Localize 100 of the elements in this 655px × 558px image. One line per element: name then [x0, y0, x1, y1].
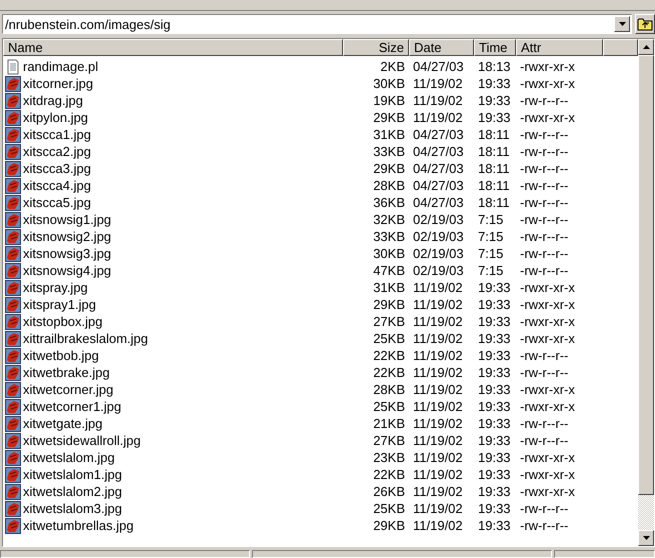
file-name-cell[interactable]: xitwetslalom3.jpg — [3, 500, 343, 516]
time-cell-text: 19:33 — [477, 501, 512, 516]
date-cell-text: 04/27/03 — [412, 178, 465, 193]
column-header[interactable] — [603, 39, 638, 56]
attr-cell-text: -rw-r--r-- — [519, 246, 570, 261]
size-cell-text: 19KB — [372, 93, 406, 108]
column-header[interactable]: Date — [409, 39, 474, 56]
image-file-icon — [5, 296, 21, 312]
file-name-cell[interactable]: xitsnowsig2.jpg — [3, 228, 343, 244]
column-header[interactable]: Time — [474, 39, 516, 56]
time-cell-text: 18:11 — [477, 144, 511, 159]
file-name-cell[interactable]: xitsnowsig1.jpg — [3, 212, 343, 228]
size-cell-text: 33KB — [372, 229, 406, 244]
attr-cell-text: -rwxr-xr-x — [519, 297, 576, 312]
file-name-cell[interactable]: xitstopbox.jpg — [3, 314, 343, 330]
file-name-cell[interactable]: xittrailbrakeslalom.jpg — [3, 330, 343, 346]
date-cell-text: 11/19/02 — [412, 348, 464, 363]
size-cell-text: 29KB — [372, 518, 406, 533]
size-cell-text: 31KB — [372, 127, 406, 142]
attr-cell-text: -rwxr-xr-x — [519, 450, 576, 465]
file-name-cell[interactable]: xitcorner.jpg — [3, 76, 343, 92]
date-cell-text: 04/27/03 — [412, 144, 465, 159]
image-file-icon — [5, 280, 21, 296]
size-cell-text: 47KB — [372, 263, 406, 278]
date-cell-text: 02/19/03 — [412, 246, 465, 261]
column-header[interactable]: Size — [343, 39, 409, 56]
path-field[interactable]: /nrubenstein.com/images/sig — [2, 14, 632, 34]
size-cell-text: 25KB — [372, 331, 406, 346]
date-cell-text: 11/19/02 — [412, 450, 464, 465]
time-cell-text: 19:33 — [477, 93, 512, 108]
size-cell-text: 36KB — [372, 195, 406, 210]
file-name-cell[interactable]: xitsnowsig3.jpg — [3, 246, 343, 262]
size-cell-text: 22KB — [372, 348, 406, 363]
attr-cell-text: -rwxr-xr-x — [519, 110, 576, 125]
date-cell-text: 11/19/02 — [412, 416, 464, 431]
file-name-cell[interactable]: xitscca5.jpg — [3, 194, 343, 210]
date-cell-text: 11/19/02 — [412, 314, 464, 329]
image-file-icon — [5, 314, 21, 330]
date-cell-text: 04/27/03 — [412, 127, 465, 142]
attr-cell-text: -rwxr-xr-x — [519, 314, 576, 329]
attr-cell-text: -rwxr-xr-x — [519, 76, 576, 91]
down-arrow-icon — [618, 22, 626, 26]
file-name-cell[interactable]: xitsnowsig4.jpg — [3, 262, 343, 278]
time-cell-text: 19:33 — [477, 280, 512, 295]
attr-cell-text: -rw-r--r-- — [519, 348, 570, 363]
file-name-cell[interactable]: xitwetgate.jpg — [3, 416, 343, 432]
time-cell-text: 19:33 — [477, 416, 512, 431]
file-name-cell[interactable]: xitscca2.jpg — [3, 144, 343, 160]
file-name-cell[interactable]: xitwetsidewallroll.jpg — [3, 432, 343, 448]
image-file-icon — [5, 212, 21, 228]
scroll-up-button[interactable] — [638, 39, 654, 55]
size-cell-text: 33KB — [372, 144, 406, 159]
image-file-icon — [5, 194, 21, 210]
file-name-cell[interactable]: xitwetumbrellas.jpg — [3, 518, 343, 534]
date-cell-text: 11/19/02 — [412, 297, 464, 312]
file-name-cell[interactable]: xitspray.jpg — [3, 280, 343, 296]
scroll-down-button[interactable] — [638, 530, 654, 546]
time-cell-text: 19:33 — [477, 433, 512, 448]
attr-cell-text: -rw-r--r-- — [519, 518, 570, 533]
size-cell-text: 29KB — [372, 110, 406, 125]
time-cell-text: 19:33 — [477, 365, 512, 380]
time-cell-text: 7:15 — [477, 246, 504, 261]
file-name-cell[interactable]: xitwetslalom1.jpg — [3, 466, 343, 482]
file-name-cell[interactable]: xitscca4.jpg — [3, 178, 343, 194]
size-cell-text: 29KB — [372, 297, 406, 312]
file-name-cell[interactable]: xitwetbob.jpg — [3, 348, 343, 364]
file-name-cell[interactable]: xitscca3.jpg — [3, 160, 343, 176]
file-name-cell[interactable]: xitwetbrake.jpg — [3, 364, 343, 380]
attr-cell-text: -rwxr-xr-x — [519, 280, 576, 295]
file-name-cell[interactable]: xitwetcorner.jpg — [3, 382, 343, 398]
attr-cell-text: -rw-r--r-- — [519, 93, 570, 108]
image-file-icon — [5, 382, 21, 398]
attr-cell-text: -rw-r--r-- — [519, 229, 570, 244]
file-name-cell[interactable]: xitwetcorner1.jpg — [3, 398, 343, 414]
image-file-icon — [5, 160, 21, 176]
attr-cell-text: -rw-r--r-- — [519, 365, 570, 380]
file-name-cell[interactable]: xitdrag.jpg — [3, 92, 343, 108]
image-file-icon — [5, 246, 21, 262]
date-cell-text: 11/19/02 — [412, 382, 464, 397]
time-cell-text: 19:33 — [477, 314, 512, 329]
image-file-icon — [5, 228, 21, 244]
image-file-icon — [5, 178, 21, 194]
image-file-icon — [5, 348, 21, 364]
column-header[interactable]: Attr — [516, 39, 603, 56]
attr-cell-text: -rwxr-xr-x — [519, 331, 576, 346]
file-name-cell[interactable]: xitwetslalom.jpg — [3, 450, 343, 466]
parent-folder-button[interactable] — [635, 14, 655, 34]
file-name-cell[interactable]: randimage.pl — [3, 58, 343, 74]
attr-cell-text: -rwxr-xr-x — [519, 467, 576, 482]
file-name-cell[interactable]: xitspray1.jpg — [3, 296, 343, 312]
file-name-cell[interactable]: xitscca1.jpg — [3, 126, 343, 142]
column-header[interactable]: Name — [3, 39, 343, 56]
file-name-cell[interactable]: xitwetslalom2.jpg — [3, 484, 343, 500]
dropdown-button[interactable] — [614, 16, 630, 32]
size-cell-text: 30KB — [372, 76, 406, 91]
date-cell-text: 11/19/02 — [412, 365, 464, 380]
file-name-cell[interactable]: xitpylon.jpg — [3, 110, 343, 126]
image-file-icon — [5, 110, 21, 126]
image-file-icon — [5, 450, 21, 466]
down-arrow-icon — [642, 536, 650, 540]
